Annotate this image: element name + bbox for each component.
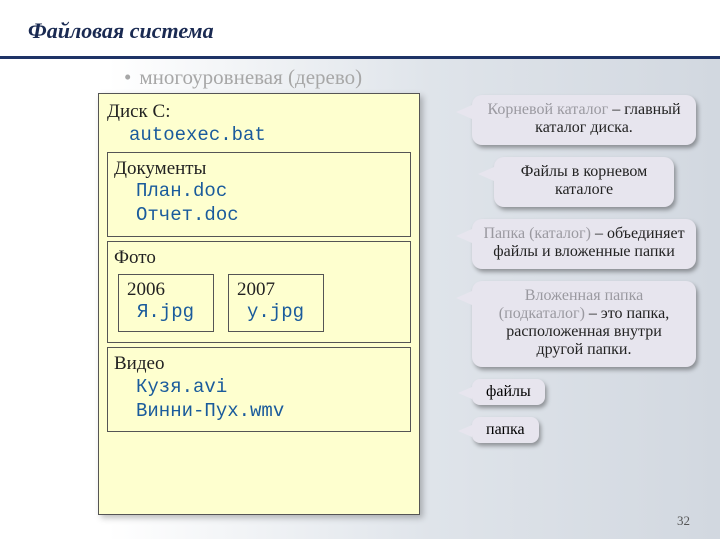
file-item: План.doc <box>114 180 404 204</box>
bullet-icon: • <box>124 65 131 89</box>
folder-title: Видео <box>114 352 404 376</box>
folder-year-2006: 2006 Я.jpg <box>118 274 214 333</box>
tag-folder: папка <box>472 417 539 443</box>
folder-photo: Фото 2006 Я.jpg 2007 y.jpg <box>107 241 411 343</box>
year-label: 2007 <box>237 278 315 302</box>
header: Файловая система <box>0 0 720 50</box>
folder-year-2007: 2007 y.jpg <box>228 274 324 333</box>
file-item: Я.jpg <box>127 301 205 325</box>
callout-folder: Папка (каталог) – объединяет файлы и вло… <box>472 219 696 269</box>
tag-files: файлы <box>472 379 545 405</box>
bullet-text: многоуровневая (дерево) <box>139 65 362 89</box>
content-area: • многоуровневая (дерево) Диск C: autoexe… <box>0 59 720 539</box>
page-title: Файловая система <box>28 18 720 44</box>
year-label: 2006 <box>127 278 205 302</box>
callout-root-catalog: Корневой каталог – главный каталог диска… <box>472 95 696 145</box>
year-row: 2006 Я.jpg 2007 y.jpg <box>118 274 404 333</box>
bullet-subtitle: • многоуровневая (дерево) <box>124 65 362 90</box>
callout-lead: Папка (каталог) <box>483 225 591 242</box>
file-item: Отчет.doc <box>114 204 404 228</box>
callout-nested-folder: Вложенная папка (подкаталог) – это папка… <box>472 281 696 367</box>
disk-label: Диск C: <box>107 100 411 124</box>
callout-root-files: Файлы в корневом каталоге <box>494 157 674 207</box>
page-number: 32 <box>677 513 690 529</box>
callout-text: Файлы в корневом каталоге <box>521 163 647 198</box>
folder-title: Документы <box>114 157 404 181</box>
folder-documents: Документы План.doc Отчет.doc <box>107 152 411 237</box>
side-callouts: Корневой каталог – главный каталог диска… <box>472 95 696 443</box>
folder-video: Видео Кузя.avi Винни-Пух.wmv <box>107 347 411 432</box>
file-item: Кузя.avi <box>114 376 404 400</box>
root-file: autoexec.bat <box>107 124 411 148</box>
file-item: Винни-Пух.wmv <box>114 400 404 424</box>
folder-title: Фото <box>114 246 404 270</box>
file-item: y.jpg <box>237 301 315 325</box>
filesystem-tree: Диск C: autoexec.bat Документы План.doc … <box>98 93 420 515</box>
callout-lead: Корневой каталог <box>487 101 608 118</box>
